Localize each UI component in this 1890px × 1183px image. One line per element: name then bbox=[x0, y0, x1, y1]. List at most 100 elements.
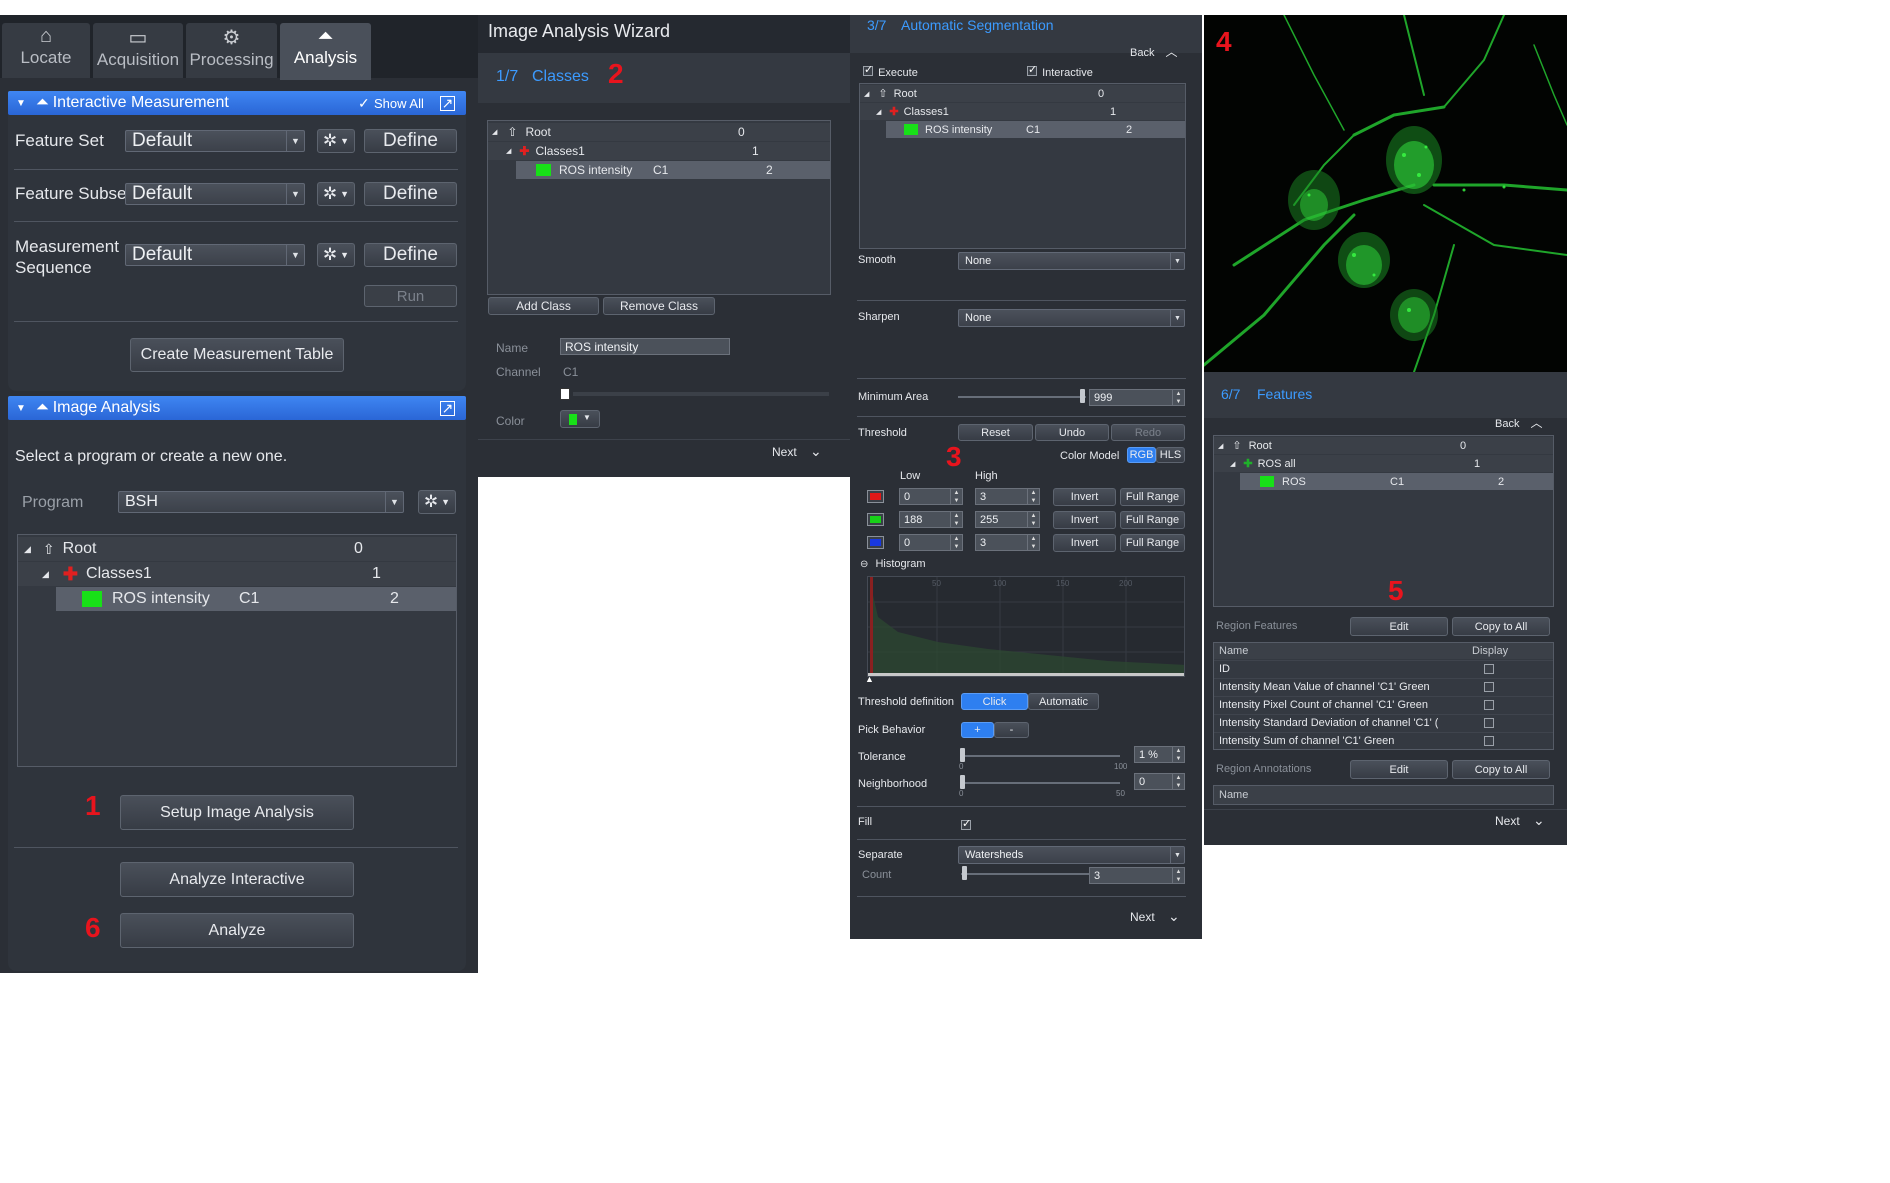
feature-set-gear-button[interactable]: ✲ ▼ bbox=[317, 129, 355, 153]
class-name-field[interactable]: ROS intensity bbox=[560, 338, 730, 355]
tree-row-root[interactable]: ◢ ⇧ Root 0 bbox=[488, 123, 830, 141]
slider-thumb[interactable] bbox=[1080, 389, 1085, 403]
region-features-edit-button[interactable]: Edit bbox=[1350, 617, 1448, 636]
tab-analysis[interactable]: ⏶ Analysis bbox=[280, 23, 371, 80]
threshold-low-field[interactable]: 0 ▲ ▼ bbox=[899, 488, 963, 505]
analyze-interactive-button[interactable]: Analyze Interactive bbox=[120, 862, 354, 897]
program-gear-button[interactable]: ✲ ▼ bbox=[418, 490, 456, 514]
add-class-button[interactable]: Add Class bbox=[488, 297, 599, 315]
back-button[interactable]: Back ︿ bbox=[1130, 43, 1178, 60]
interactive-checkbox[interactable]: Interactive bbox=[1027, 63, 1093, 79]
tree-row-ros[interactable]: ROS C1 2 bbox=[1240, 473, 1553, 490]
next-button[interactable]: Next ⌄ bbox=[1495, 812, 1545, 829]
feature-subset-define-button[interactable]: Define bbox=[364, 182, 457, 206]
tree-row-ros-all[interactable]: ◢ ✚ ROS all 1 bbox=[1214, 455, 1553, 472]
threshold-high-field[interactable]: 3 ▲ ▼ bbox=[975, 488, 1040, 505]
tab-processing[interactable]: ⚙ Processing bbox=[186, 23, 277, 78]
tolerance-slider[interactable] bbox=[960, 755, 1120, 757]
display-checkbox[interactable] bbox=[1484, 736, 1494, 746]
tree-row-ros-intensity[interactable]: ROS intensity C1 2 bbox=[56, 587, 456, 611]
spinner-icon[interactable]: ▲ ▼ bbox=[950, 512, 962, 527]
channel-editor-icon[interactable] bbox=[560, 388, 570, 400]
hls-toggle[interactable]: HLS bbox=[1156, 447, 1185, 463]
full-range-button[interactable]: Full Range bbox=[1120, 511, 1185, 529]
measurement-sequence-gear-button[interactable]: ✲ ▼ bbox=[317, 243, 355, 267]
fill-checkbox[interactable] bbox=[961, 817, 971, 835]
channel-color-chip[interactable] bbox=[867, 513, 884, 526]
show-all-check-icon[interactable]: ✓ bbox=[358, 95, 370, 112]
region-annotations-table[interactable]: Name bbox=[1213, 785, 1554, 805]
histogram-low-marker-icon[interactable]: ▲ bbox=[865, 674, 874, 684]
feature-subset-gear-button[interactable]: ✲ ▼ bbox=[317, 182, 355, 206]
expand-triangle-icon[interactable]: ◢ bbox=[492, 128, 497, 136]
display-checkbox[interactable] bbox=[1484, 718, 1494, 728]
color-picker-button[interactable]: ▼ bbox=[560, 410, 600, 428]
spinner-icon[interactable]: ▲ ▼ bbox=[1172, 868, 1184, 883]
slider-thumb[interactable] bbox=[960, 775, 965, 789]
slider-thumb[interactable] bbox=[960, 748, 965, 762]
popout-icon[interactable]: ↗ bbox=[440, 400, 455, 416]
feature-set-dropdown[interactable]: Default ▼ bbox=[125, 130, 305, 152]
expand-triangle-icon[interactable]: ◢ bbox=[24, 544, 31, 555]
channel-color-chip[interactable] bbox=[867, 536, 884, 549]
measurement-sequence-define-button[interactable]: Define bbox=[364, 243, 457, 267]
tab-acquisition[interactable]: ▭ Acquisition bbox=[93, 23, 183, 78]
threshold-high-field[interactable]: 3 ▲ ▼ bbox=[975, 534, 1040, 551]
collapse-arrow-icon[interactable]: ▼ bbox=[16, 403, 26, 414]
rgb-toggle[interactable]: RGB bbox=[1127, 447, 1156, 463]
spinner-icon[interactable]: ▲ ▼ bbox=[1172, 390, 1184, 405]
smooth-dropdown[interactable]: None ▼ bbox=[958, 252, 1185, 270]
reset-button[interactable]: Reset bbox=[958, 424, 1033, 441]
spinner-icon[interactable]: ▲ ▼ bbox=[1172, 747, 1184, 762]
display-checkbox[interactable] bbox=[1484, 664, 1494, 674]
histogram-toggle[interactable]: ⊖ Histogram bbox=[860, 558, 926, 570]
feature-subset-dropdown[interactable]: Default ▼ bbox=[125, 183, 305, 205]
spinner-icon[interactable]: ▲ ▼ bbox=[1027, 489, 1039, 504]
expand-triangle-icon[interactable]: ◢ bbox=[1218, 442, 1223, 450]
execute-checkbox[interactable]: Execute bbox=[863, 63, 918, 79]
tree-row-classes1[interactable]: ◢ ✚ Classes1 1 bbox=[488, 142, 830, 160]
tree-row-root[interactable]: ◢ ⇧ Root 0 bbox=[18, 537, 456, 561]
tree-row-ros-intensity[interactable]: ROS intensity C1 2 bbox=[886, 121, 1185, 138]
create-measurement-table-button[interactable]: Create Measurement Table bbox=[130, 338, 344, 372]
tree-row-root[interactable]: ◢ ⇧ Root 0 bbox=[1214, 437, 1553, 454]
pick-remove-toggle[interactable]: - bbox=[994, 722, 1029, 738]
tree-row-root[interactable]: ◢ ⇧ Root 0 bbox=[860, 85, 1185, 102]
run-button[interactable]: Run bbox=[364, 285, 457, 307]
table-row[interactable]: Intensity Standard Deviation of channel … bbox=[1214, 714, 1553, 731]
full-range-button[interactable]: Full Range bbox=[1120, 488, 1185, 506]
table-row[interactable]: Intensity Pixel Count of channel 'C1' Gr… bbox=[1214, 696, 1553, 713]
feature-set-define-button[interactable]: Define bbox=[364, 129, 457, 153]
sharpen-dropdown[interactable]: None ▼ bbox=[958, 309, 1185, 327]
show-all-toggle[interactable]: Show All bbox=[374, 96, 424, 111]
popout-icon[interactable]: ↗ bbox=[440, 95, 455, 111]
image-analysis-header[interactable]: ▼ ⏶ Image Analysis ↗ bbox=[8, 396, 466, 420]
click-toggle[interactable]: Click bbox=[961, 693, 1028, 710]
full-range-button[interactable]: Full Range bbox=[1120, 534, 1185, 552]
threshold-low-field[interactable]: 188 ▲ ▼ bbox=[899, 511, 963, 528]
channel-color-chip[interactable] bbox=[867, 490, 884, 503]
remove-class-button[interactable]: Remove Class bbox=[603, 297, 715, 315]
channel-slider-track[interactable] bbox=[573, 392, 829, 396]
expand-triangle-icon[interactable]: ◢ bbox=[876, 108, 881, 116]
histogram-chart[interactable]: 50 100 150 200 bbox=[867, 576, 1185, 677]
fluorescence-image-view[interactable] bbox=[1204, 15, 1567, 372]
setup-image-analysis-button[interactable]: Setup Image Analysis bbox=[120, 795, 354, 830]
table-row[interactable]: Intensity Mean Value of channel 'C1' Gre… bbox=[1214, 678, 1553, 695]
invert-button[interactable]: Invert bbox=[1053, 534, 1116, 552]
expand-triangle-icon[interactable]: ◢ bbox=[864, 90, 869, 98]
program-class-tree[interactable]: ◢ ⇧ Root 0 ◢ ✚ Classes1 1 ROS intensity … bbox=[17, 534, 457, 767]
expand-triangle-icon[interactable]: ◢ bbox=[42, 569, 49, 580]
back-button[interactable]: Back ︿ bbox=[1495, 414, 1543, 431]
region-features-table[interactable]: Name Display ID Intensity Mean Value of … bbox=[1213, 642, 1554, 750]
pick-add-toggle[interactable]: + bbox=[961, 722, 994, 738]
display-checkbox[interactable] bbox=[1484, 682, 1494, 692]
next-button[interactable]: Next ⌄ bbox=[772, 443, 822, 460]
count-slider[interactable] bbox=[961, 873, 1089, 875]
region-annotations-edit-button[interactable]: Edit bbox=[1350, 760, 1448, 779]
region-features-copy-button[interactable]: Copy to All bbox=[1452, 617, 1550, 636]
table-row[interactable]: Intensity Sum of channel 'C1' Green bbox=[1214, 732, 1553, 749]
threshold-high-field[interactable]: 255 ▲ ▼ bbox=[975, 511, 1040, 528]
next-button[interactable]: Next ⌄ bbox=[1130, 908, 1180, 925]
automatic-toggle[interactable]: Automatic bbox=[1028, 693, 1099, 710]
